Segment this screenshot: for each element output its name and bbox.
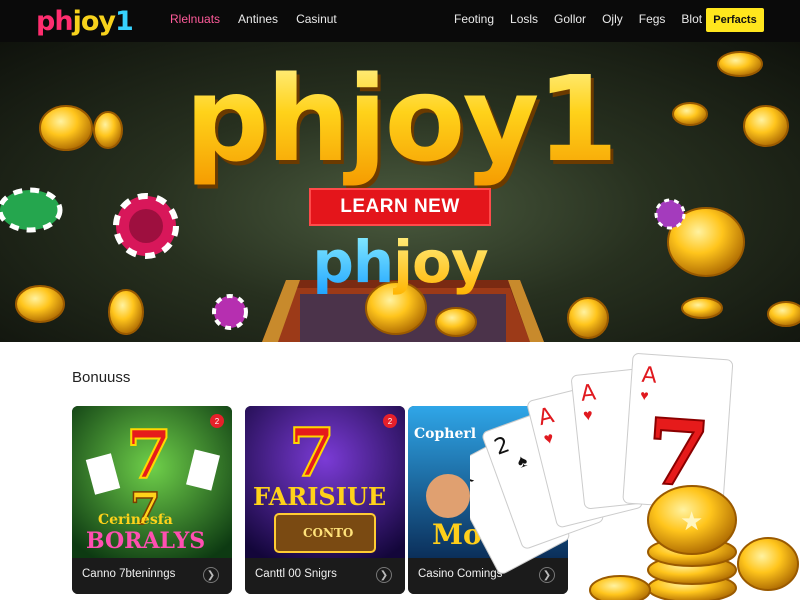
nav-item-1[interactable]: Rlelnuats [170, 12, 220, 26]
game-card-art-title: FARISIUE [253, 482, 387, 511]
svg-text:★: ★ [680, 506, 703, 536]
hero-subtitle-logo: phjoy [0, 228, 800, 296]
nav-item-6[interactable]: Gollor [554, 12, 586, 26]
nav-cta-button[interactable]: Perfacts [706, 8, 764, 32]
hero-sub-ph: ph [312, 228, 394, 296]
nav-item-7[interactable]: Ojly [602, 12, 623, 26]
game-card[interactable]: 7 FARISIUE CONTO 2 Canttl 00 Snigrs ❯ [245, 406, 405, 594]
primary-nav: Rlelnuats Antines Casinut [170, 12, 337, 26]
svg-text:♥: ♥ [582, 407, 593, 425]
logo-part-joy: joy [72, 5, 116, 37]
hero-sub-joy: joy [393, 228, 489, 296]
svg-text:7: 7 [126, 416, 172, 494]
brand-logo[interactable]: ph joy 1 [36, 4, 134, 38]
hero-banner: phjoy1 LEARN NEW phjoy [0, 42, 800, 342]
notification-badge: 2 [383, 414, 397, 428]
notification-badge: 2 [210, 414, 224, 428]
section-title: Bonuuss [72, 369, 131, 386]
hero-title: phjoy1 [0, 50, 800, 188]
secondary-nav: Feoting Losls Gollor Ojly Fegs Blot [454, 12, 702, 26]
game-card-art-title: Cerinesfa [98, 512, 173, 528]
logo-part-1: 1 [114, 5, 134, 37]
nav-item-5[interactable]: Losls [510, 12, 538, 26]
nav-item-3[interactable]: Casinut [296, 12, 337, 26]
top-nav: ph joy 1 Rlelnuats Antines Casinut Feoti… [0, 0, 800, 42]
game-card-art-subtitle: BORALYS [86, 528, 206, 554]
playing-card-icon: K 2♠ A♥ A♥ A♥7 ★ [470, 353, 799, 600]
game-card-title: Canttl 00 Snigrs [255, 568, 337, 580]
svg-text:A: A [580, 380, 598, 406]
svg-text:♥: ♥ [640, 387, 649, 404]
game-card[interactable]: 7 7 Cerinesfa BORALYS 2 Canno 7bteninngs… [72, 406, 232, 594]
logo-part-ph: ph [36, 5, 74, 37]
nav-item-8[interactable]: Fegs [639, 12, 666, 26]
nav-item-4[interactable]: Feoting [454, 12, 494, 26]
game-card-art-title: Copherl [414, 426, 477, 442]
game-card-title: Canno 7bteninngs [82, 568, 176, 580]
chevron-right-icon[interactable]: ❯ [376, 567, 392, 583]
nav-item-9[interactable]: Blot [681, 12, 702, 26]
chevron-right-icon[interactable]: ❯ [203, 567, 219, 583]
nav-item-2[interactable]: Antines [238, 12, 278, 26]
svg-text:7: 7 [289, 414, 335, 492]
game-card-art-subtitle: CONTO [303, 526, 354, 540]
svg-text:A: A [641, 363, 658, 389]
learn-new-button[interactable]: LEARN NEW [309, 188, 491, 226]
